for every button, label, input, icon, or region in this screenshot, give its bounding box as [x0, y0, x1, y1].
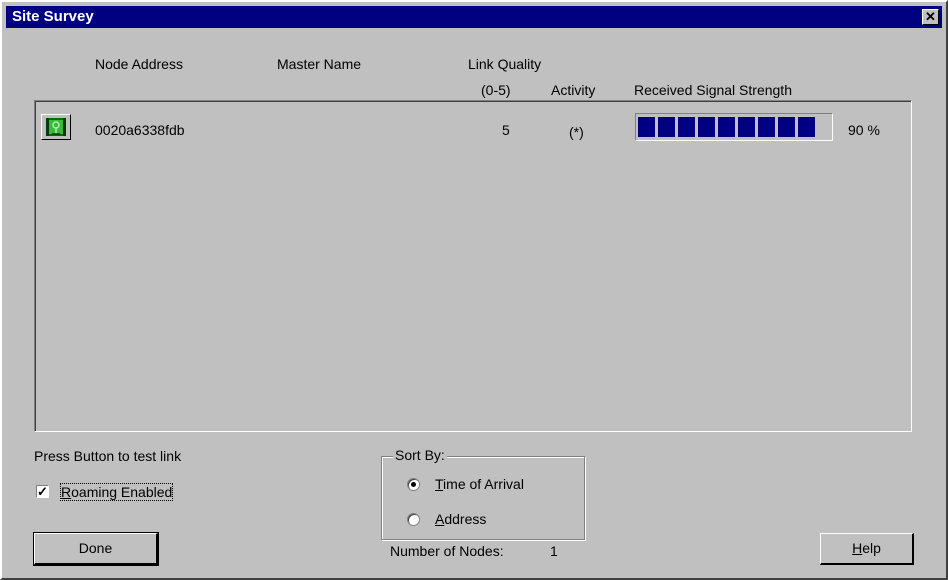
column-link-quality: Link Quality — [468, 56, 542, 72]
column-signal-strength: Received Signal Strength — [634, 82, 792, 98]
column-master-name: Master Name — [277, 56, 362, 72]
close-icon[interactable]: ✕ — [922, 9, 939, 25]
node-list-inner: 0020a6338fdb 5 (*) 90 % — [35, 101, 911, 431]
window-title: Site Survey — [12, 8, 94, 25]
node-count-value: 1 — [550, 543, 558, 559]
column-link-quality-range: (0-5) — [481, 82, 511, 98]
signal-segment — [758, 117, 775, 137]
sort-address-rest: ddress — [444, 511, 487, 527]
sort-time-rest: ime of Arrival — [443, 476, 524, 492]
site-survey-window: Site Survey ✕ Node Address Master Name L… — [0, 0, 948, 580]
sort-address-radio[interactable] — [407, 513, 420, 526]
sort-time-radio[interactable] — [407, 478, 420, 491]
sort-address-label[interactable]: Address — [435, 511, 486, 527]
node-link-quality: 5 — [502, 122, 510, 138]
done-button[interactable]: Done — [33, 532, 159, 566]
sort-address-mnemonic: A — [435, 511, 445, 527]
node-address: 0020a6338fdb — [95, 122, 185, 138]
roaming-label-rest: oaming Enabled — [71, 484, 173, 500]
sort-time-label[interactable]: Time of Arrival — [435, 476, 524, 492]
roaming-checkbox[interactable]: ✓ — [36, 485, 49, 498]
help-label-rest: elp — [862, 540, 881, 556]
sort-by-label: Sort By: — [393, 447, 447, 463]
help-button[interactable]: Help — [820, 533, 914, 565]
column-activity: Activity — [551, 82, 596, 98]
signal-segment — [798, 117, 815, 137]
node-count-label: Number of Nodes: — [390, 543, 504, 559]
network-node-icon[interactable] — [41, 114, 71, 140]
signal-segment — [738, 117, 755, 137]
signal-segment — [658, 117, 675, 137]
test-link-hint: Press Button to test link — [34, 448, 182, 464]
node-list[interactable]: 0020a6338fdb 5 (*) 90 % — [34, 100, 912, 432]
column-node-address: Node Address — [95, 56, 183, 72]
check-icon: ✓ — [37, 484, 48, 499]
signal-strength-bar — [635, 113, 833, 141]
sort-time-mnemonic: T — [435, 476, 444, 492]
help-mnemonic: H — [852, 540, 863, 556]
roaming-enabled-label[interactable]: Roaming Enabled — [59, 483, 174, 501]
signal-segment — [778, 117, 795, 137]
radio-selected-dot — [411, 482, 416, 487]
signal-segment — [698, 117, 715, 137]
node-activity: (*) — [569, 124, 584, 140]
roaming-mnemonic: R — [61, 484, 72, 500]
signal-segment — [718, 117, 735, 137]
signal-segment — [678, 117, 695, 137]
title-bar: Site Survey ✕ — [6, 6, 942, 28]
signal-segment — [638, 117, 655, 137]
sort-by-group — [381, 456, 585, 540]
signal-percent: 90 % — [848, 122, 880, 138]
